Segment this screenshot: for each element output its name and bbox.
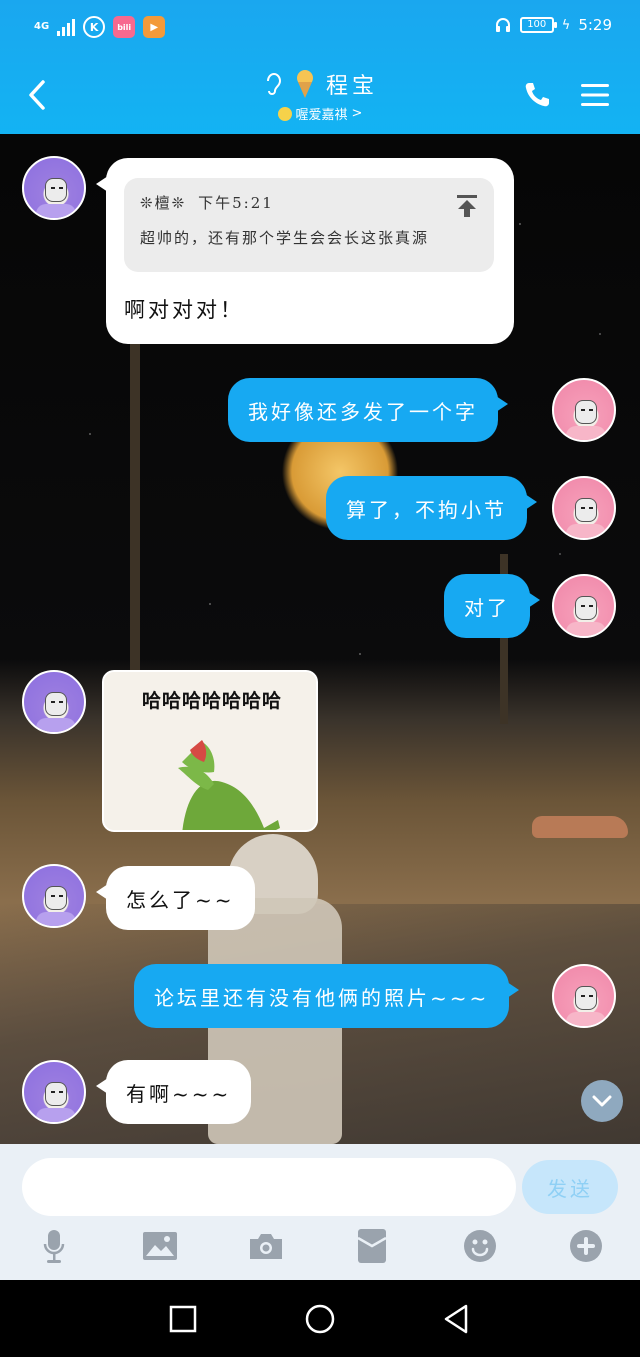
- camera-icon: [250, 1234, 282, 1259]
- status-bar: 4G K bili ▶ 100 ϟ 5:29: [0, 0, 640, 56]
- ice-cream-icon: [296, 70, 313, 98]
- system-navigation-bar: [0, 1280, 640, 1357]
- car-scene: [532, 816, 628, 838]
- chat-subtitle: 喔爱嘉祺: [295, 108, 348, 123]
- photo-button[interactable]: [140, 1226, 180, 1266]
- app-k-icon: K: [83, 16, 106, 38]
- contact-avatar[interactable]: [22, 670, 86, 734]
- video-app-icon: ▶: [143, 16, 166, 38]
- more-button[interactable]: [566, 1226, 606, 1266]
- message-bubble-outgoing[interactable]: 论坛里还有没有他俩的照片~~~: [134, 964, 520, 1028]
- quote-time: 下午5:21: [198, 194, 274, 212]
- emoji-icon: [464, 1230, 496, 1262]
- ear-icon: [266, 73, 281, 95]
- my-avatar[interactable]: [552, 964, 616, 1028]
- jump-to-original-icon[interactable]: [456, 194, 478, 218]
- headphones-icon: [495, 18, 510, 32]
- message-text: 怎么了~~: [126, 887, 235, 912]
- plus-icon: [570, 1230, 602, 1262]
- contact-avatar[interactable]: [22, 156, 86, 220]
- message-text: 论坛里还有没有他俩的照片~~~: [154, 985, 490, 1010]
- quote-author: ❊檀❊: [140, 194, 187, 212]
- clock: 5:29: [578, 16, 612, 34]
- message-input[interactable]: [22, 1158, 516, 1216]
- sticker-caption: 哈哈哈哈哈哈哈: [141, 690, 282, 712]
- contact-avatar[interactable]: [22, 1060, 86, 1124]
- chat-area[interactable]: ❊檀❊ 下午5:21 超帅的，还有那个学生会会长这张真源 啊对对对！ 我好像还多…: [0, 134, 640, 1144]
- message-bubble-outgoing[interactable]: 我好像还多发了一个字: [228, 378, 508, 442]
- chat-title: 程宝: [325, 74, 378, 99]
- my-avatar[interactable]: [552, 574, 616, 638]
- message-bubble-incoming[interactable]: 怎么了~~: [96, 866, 255, 930]
- menu-icon[interactable]: [580, 82, 610, 108]
- send-button[interactable]: 发送: [522, 1160, 618, 1214]
- chat-header: 4G K bili ▶ 100 ϟ 5:29 程宝 喔爱嘉祺 >: [0, 0, 640, 134]
- quoted-message[interactable]: ❊檀❊ 下午5:21 超帅的，还有那个学生会会长这张真源: [124, 178, 494, 272]
- contact-avatar[interactable]: [22, 864, 86, 928]
- message-text: 我好像还多发了一个字: [248, 399, 478, 424]
- my-avatar[interactable]: [552, 378, 616, 442]
- my-avatar[interactable]: [552, 476, 616, 540]
- sticker-message[interactable]: 哈哈哈哈哈哈哈: [102, 670, 318, 832]
- square-icon[interactable]: [166, 1302, 200, 1336]
- microphone-icon: [43, 1230, 65, 1263]
- phone-icon[interactable]: [522, 80, 552, 110]
- message-composer: 发送: [0, 1144, 640, 1280]
- message-text: 有啊~~~: [126, 1081, 232, 1106]
- circle-icon[interactable]: [303, 1302, 337, 1336]
- sub-emoji-icon: [277, 106, 292, 121]
- camera-button[interactable]: [246, 1226, 286, 1266]
- network-type: 4G: [34, 21, 50, 32]
- message-text: 对了: [464, 595, 510, 620]
- frog-sticker-image: [178, 740, 280, 830]
- emoji-button[interactable]: [460, 1226, 500, 1266]
- subtitle-chevron-icon: >: [351, 106, 363, 121]
- message-text: 啊对对对！: [124, 298, 244, 322]
- composer-toolbar: [0, 1226, 640, 1270]
- message-bubble-incoming[interactable]: ❊檀❊ 下午5:21 超帅的，还有那个学生会会长这张真源 啊对对对！: [96, 158, 514, 344]
- chevron-down-icon: [592, 1095, 612, 1107]
- quote-text: 超帅的，还有那个学生会会长这张真源: [140, 229, 430, 247]
- red-packet-button[interactable]: [352, 1226, 392, 1266]
- message-text: 算了，不拘小节: [346, 497, 507, 522]
- red-packet-icon: [357, 1229, 387, 1263]
- message-bubble-outgoing[interactable]: 算了，不拘小节: [326, 476, 537, 540]
- message-bubble-incoming[interactable]: 有啊~~~: [95, 1060, 252, 1124]
- signal-icon: [57, 18, 76, 36]
- scroll-to-bottom-button[interactable]: [581, 1080, 623, 1122]
- message-bubble-outgoing[interactable]: 对了: [444, 574, 540, 638]
- palm-tree-trunk: [130, 304, 140, 674]
- triangle-back-icon[interactable]: [440, 1302, 474, 1336]
- bilibili-icon: bili: [113, 16, 136, 38]
- charging-icon: ϟ: [561, 17, 571, 33]
- voice-button[interactable]: [34, 1226, 74, 1266]
- image-icon: [143, 1232, 177, 1260]
- battery-icon: 100: [519, 17, 557, 33]
